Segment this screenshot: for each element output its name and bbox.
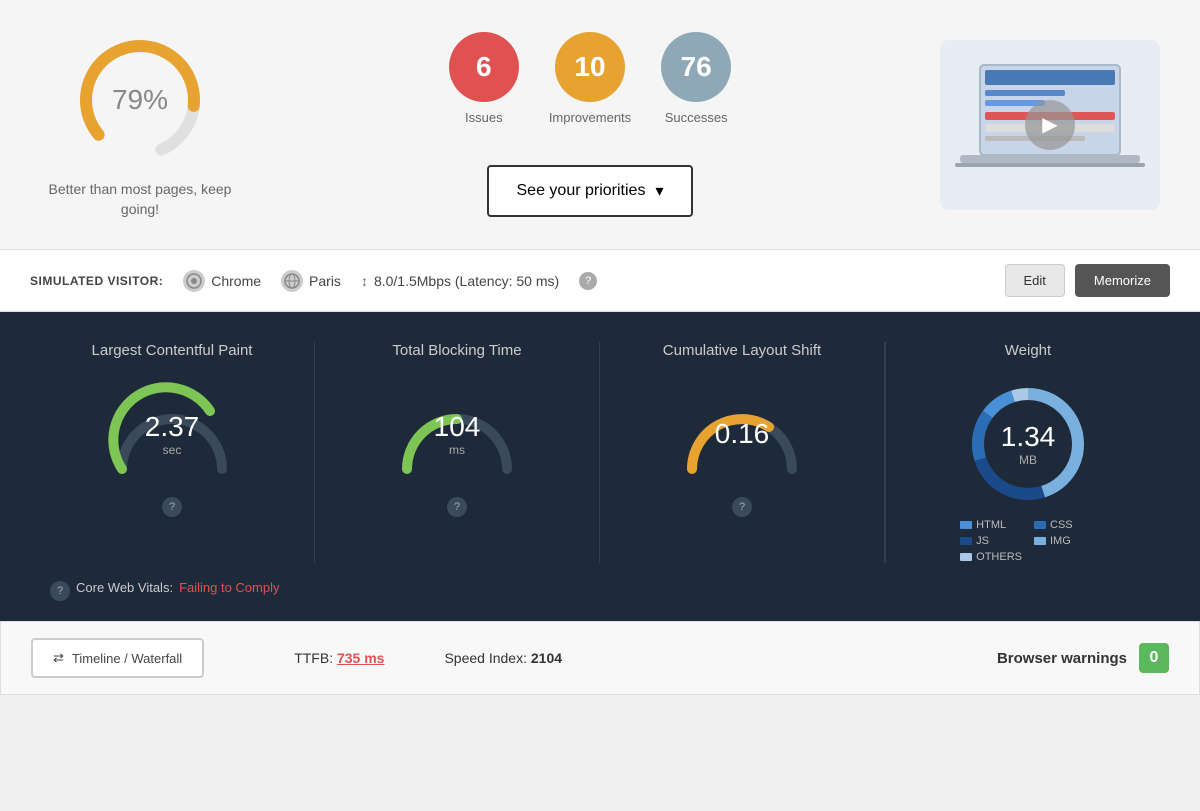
globe-icon (281, 270, 303, 292)
legend-html: HTML (960, 519, 1022, 531)
ttfb-section: TTFB: 735 ms (294, 650, 384, 666)
timeline-icon: ⇄ (53, 650, 64, 666)
visitor-location: Paris (281, 270, 341, 292)
speed-section: Speed Index: 2104 (444, 650, 562, 666)
cls-value: 0.16 (715, 418, 770, 450)
js-label: JS (976, 535, 989, 547)
video-thumbnail[interactable]: ▶ (940, 40, 1160, 210)
location-name: Paris (309, 273, 341, 289)
css-color-dot (1034, 521, 1046, 529)
summary-section: 79% Better than most pages, keep going! … (0, 0, 1200, 250)
cwv-grid: Largest Contentful Paint 2.37 sec ? Tota… (30, 342, 1170, 563)
others-label: OTHERS (976, 551, 1022, 563)
score-value: 79% (112, 84, 168, 116)
issues-count: 6 (449, 32, 519, 102)
html-color-dot (960, 521, 972, 529)
visitor-label: SIMULATED VISITOR: (30, 274, 163, 288)
cwv-status-help-icon[interactable]: ? (50, 581, 70, 601)
metrics-section: Largest Contentful Paint 2.37 sec ? Tota… (0, 312, 1200, 621)
bottom-bar: ⇄ Timeline / Waterfall TTFB: 735 ms Spee… (0, 621, 1200, 695)
speed-value: 8.0/1.5Mbps (Latency: 50 ms) (374, 273, 559, 289)
tbt-value: 104 ms (434, 411, 481, 457)
browser-warnings-section: Browser warnings 0 (997, 643, 1169, 673)
visitor-browser: Chrome (183, 270, 261, 292)
issues-label: Issues (465, 110, 503, 125)
successes-badge: 76 Successes (661, 32, 731, 125)
tbt-help-icon[interactable]: ? (447, 497, 467, 517)
improvements-label: Improvements (549, 110, 631, 125)
js-color-dot (960, 537, 972, 545)
successes-count: 76 (661, 32, 731, 102)
cls-title: Cumulative Layout Shift (663, 342, 821, 359)
legend-css: CSS (1034, 519, 1096, 531)
tbt-gauge: 104 ms (387, 379, 527, 489)
issues-badge: 6 Issues (449, 32, 519, 125)
legend-img: IMG (1034, 535, 1096, 547)
warnings-count-badge: 0 (1139, 643, 1169, 673)
lcp-value: 2.37 sec (145, 411, 200, 457)
img-label: IMG (1050, 535, 1071, 547)
browser-name: Chrome (211, 273, 261, 289)
cls-gauge: 0.16 (672, 379, 812, 489)
core-vitals-status: ? Core Web Vitals: Failing to Comply (30, 563, 1170, 601)
weight-legend: HTML CSS JS IMG OTHERS (960, 519, 1096, 563)
improvements-count: 10 (555, 32, 625, 102)
img-color-dot (1034, 537, 1046, 545)
cls-item: Cumulative Layout Shift 0.16 ? (600, 342, 885, 563)
timeline-label: Timeline / Waterfall (72, 651, 182, 666)
visitor-bar: SIMULATED VISITOR: Chrome Paris ↕ 8.0/1.… (0, 250, 1200, 312)
legend-js: JS (960, 535, 1022, 547)
weight-value: 1.34 (1001, 421, 1056, 453)
tbt-item: Total Blocking Time 104 ms ? (315, 342, 600, 563)
weight-gauge: 1.34 MB (963, 379, 1093, 509)
priorities-button[interactable]: See your priorities ▾ (487, 165, 694, 217)
chrome-icon (183, 270, 205, 292)
timeline-button[interactable]: ⇄ Timeline / Waterfall (31, 638, 204, 678)
cwv-failing-status: Failing to Comply (179, 580, 279, 595)
score-container: 79% Better than most pages, keep going! (40, 30, 240, 219)
others-color-dot (960, 553, 972, 561)
ttfb-label: TTFB: (294, 650, 333, 666)
metrics-center: 6 Issues 10 Improvements 76 Successes Se… (449, 32, 731, 217)
warnings-label: Browser warnings (997, 650, 1127, 667)
tbt-title: Total Blocking Time (392, 342, 521, 359)
cwv-label: Core Web Vitals: (76, 580, 173, 595)
lcp-help-icon[interactable]: ? (162, 497, 182, 517)
speed-arrows-icon: ↕ (361, 273, 368, 289)
memorize-button[interactable]: Memorize (1075, 264, 1170, 297)
edit-button[interactable]: Edit (1005, 264, 1065, 297)
priorities-button-label: See your priorities (517, 182, 646, 200)
ttfb-value[interactable]: 735 ms (337, 650, 384, 666)
visitor-speed: ↕ 8.0/1.5Mbps (Latency: 50 ms) (361, 273, 559, 289)
weight-title: Weight (1005, 342, 1051, 359)
lcp-gauge: 2.37 sec (102, 379, 242, 489)
help-icon[interactable]: ? (579, 272, 597, 290)
successes-label: Successes (665, 110, 728, 125)
speed-value: 2104 (531, 650, 562, 666)
css-label: CSS (1050, 519, 1073, 531)
lcp-item: Largest Contentful Paint 2.37 sec ? (30, 342, 315, 563)
weight-item: Weight 1.34 MB (885, 342, 1170, 563)
score-donut: 79% (70, 30, 210, 170)
lcp-title: Largest Contentful Paint (92, 342, 253, 359)
improvements-badge: 10 Improvements (549, 32, 631, 125)
html-label: HTML (976, 519, 1006, 531)
speed-label: Speed Index: (444, 650, 527, 666)
weight-unit: MB (1001, 453, 1056, 467)
play-button[interactable]: ▶ (1025, 100, 1075, 150)
legend-others: OTHERS (960, 551, 1022, 563)
metrics-badges: 6 Issues 10 Improvements 76 Successes (449, 32, 731, 125)
cls-help-icon[interactable]: ? (732, 497, 752, 517)
chevron-down-icon: ▾ (655, 181, 663, 201)
visitor-actions: Edit Memorize (1005, 264, 1170, 297)
